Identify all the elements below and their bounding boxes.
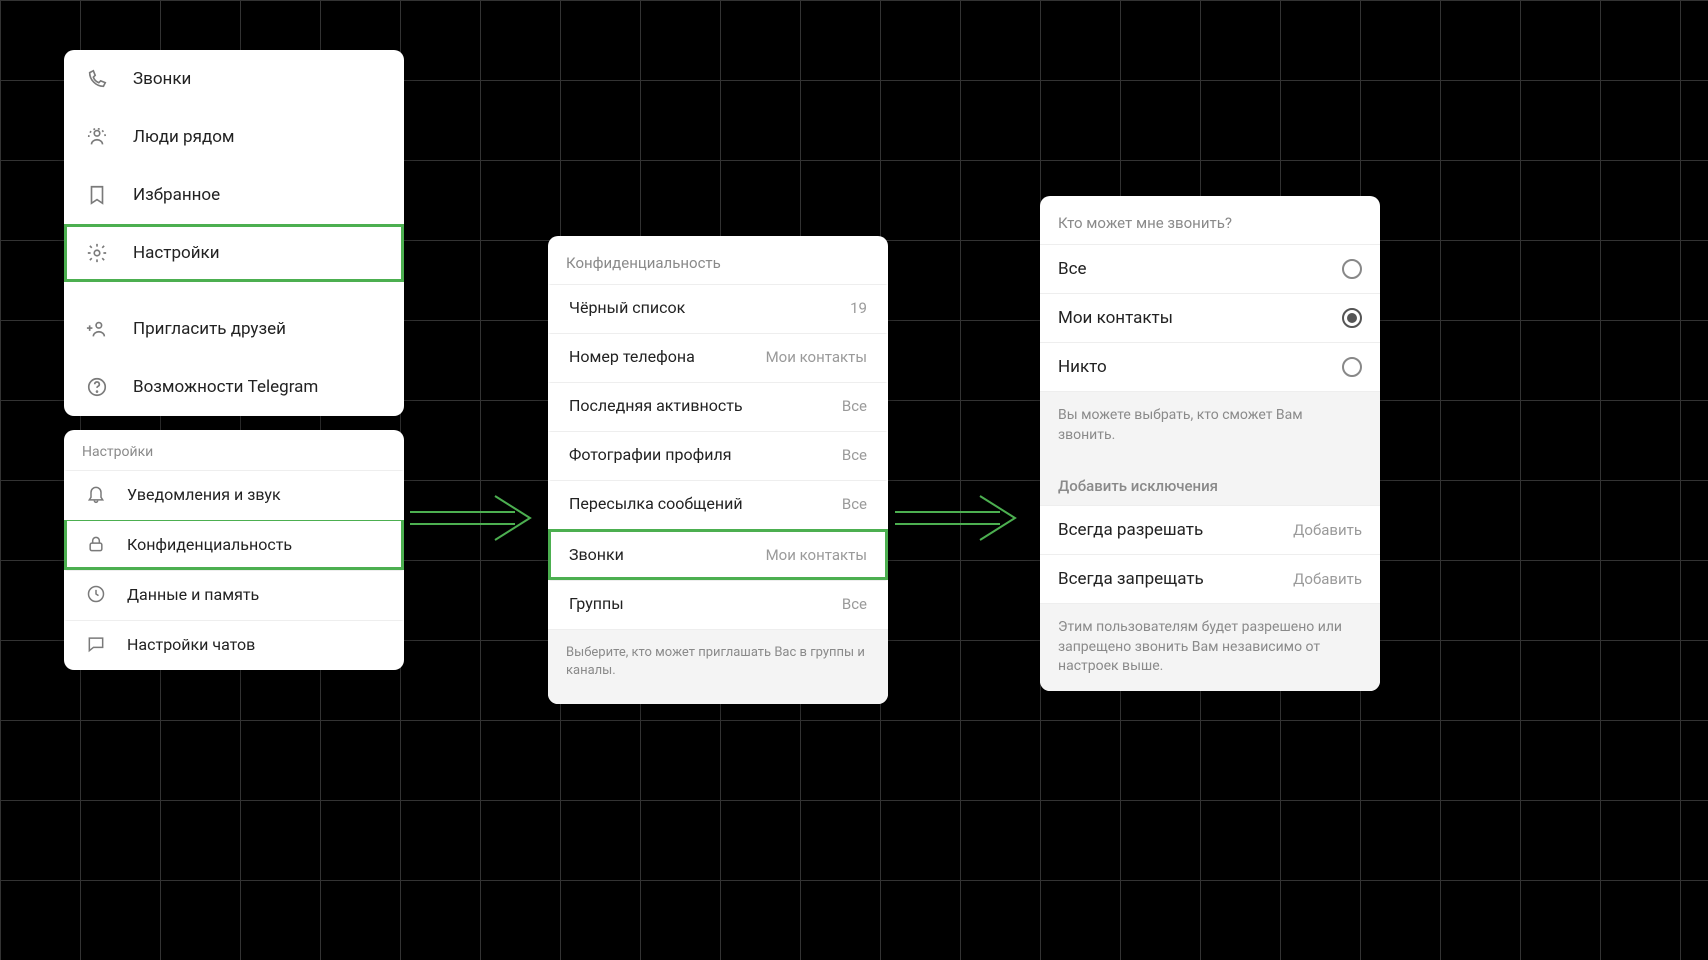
privacy-footer-note: Выберите, кто может приглашать Вас в гру… <box>548 629 888 704</box>
menu-item-saved[interactable]: Избранное <box>64 166 404 224</box>
menu-item-settings[interactable]: Настройки <box>64 224 404 282</box>
help-icon <box>85 375 109 399</box>
menu-item-label: Возможности Telegram <box>133 377 318 397</box>
privacy-item-label: Последняя активность <box>569 396 743 415</box>
exception-deny[interactable]: Всегда запрещать Добавить <box>1040 554 1380 603</box>
chat-icon <box>85 633 107 655</box>
menu-item-people-nearby[interactable]: Люди рядом <box>64 108 404 166</box>
menu-item-label: Звонки <box>133 69 191 89</box>
exception-action: Добавить <box>1293 521 1362 539</box>
privacy-item-groups[interactable]: Группы Все <box>548 580 888 629</box>
lock-icon <box>85 533 107 555</box>
menu-item-label: Избранное <box>133 185 220 205</box>
phone-icon <box>85 67 109 91</box>
exceptions-header: Добавить исключения <box>1040 459 1380 505</box>
bookmark-icon <box>85 183 109 207</box>
settings-item-label: Уведомления и звук <box>127 485 281 504</box>
privacy-header: Конфиденциальность <box>548 236 888 284</box>
settings-item-chats[interactable]: Настройки чатов <box>64 620 404 670</box>
menu-item-label: Пригласить друзей <box>133 319 286 339</box>
exception-label: Всегда запрещать <box>1058 569 1204 589</box>
gear-icon <box>85 241 109 265</box>
settings-card: Настройки Уведомления и звук Конфиденциа… <box>64 430 404 670</box>
privacy-item-calls[interactable]: Звонки Мои контакты <box>548 529 888 580</box>
menu-item-invite[interactable]: Пригласить друзей <box>64 300 404 358</box>
privacy-item-label: Группы <box>569 594 624 613</box>
privacy-item-value: Мои контакты <box>766 348 867 366</box>
settings-header: Настройки <box>64 430 404 470</box>
radio-icon <box>1342 259 1362 279</box>
settings-item-privacy[interactable]: Конфиденциальность <box>64 520 404 570</box>
privacy-item-label: Номер телефона <box>569 347 695 366</box>
menu-item-label: Настройки <box>133 243 220 263</box>
exception-label: Всегда разрешать <box>1058 520 1203 540</box>
bell-icon <box>85 483 107 505</box>
privacy-item-value: 19 <box>850 299 867 317</box>
privacy-item-phone[interactable]: Номер телефона Мои контакты <box>548 333 888 382</box>
privacy-item-value: Мои контакты <box>766 546 867 564</box>
settings-item-data[interactable]: Данные и память <box>64 570 404 620</box>
exception-action: Добавить <box>1293 570 1362 588</box>
settings-item-notifications[interactable]: Уведомления и звук <box>64 470 404 520</box>
settings-item-label: Конфиденциальность <box>127 535 292 554</box>
arrow-icon <box>895 490 1025 550</box>
privacy-item-value: Все <box>842 397 867 415</box>
radio-icon <box>1342 357 1362 377</box>
menu-item-features[interactable]: Возможности Telegram <box>64 358 404 416</box>
privacy-item-label: Звонки <box>569 545 624 564</box>
menu-item-label: Люди рядом <box>133 127 235 147</box>
calls-note: Вы можете выбрать, кто сможет Вам звонит… <box>1040 391 1380 459</box>
privacy-item-photos[interactable]: Фотографии профиля Все <box>548 431 888 480</box>
settings-item-label: Данные и память <box>127 585 259 604</box>
privacy-item-value: Все <box>842 446 867 464</box>
calls-option-contacts[interactable]: Мои контакты <box>1040 293 1380 342</box>
privacy-item-lastseen[interactable]: Последняя активность Все <box>548 382 888 431</box>
arrow-icon <box>410 490 540 550</box>
calls-option-nobody[interactable]: Никто <box>1040 342 1380 391</box>
invite-icon <box>85 317 109 341</box>
radio-label: Мои контакты <box>1058 308 1173 328</box>
main-menu-card: Звонки Люди рядом Избранное Настройки Пр… <box>64 50 404 416</box>
privacy-item-value: Все <box>842 495 867 513</box>
privacy-card: Конфиденциальность Чёрный список 19 Номе… <box>548 236 888 704</box>
exception-allow[interactable]: Всегда разрешать Добавить <box>1040 505 1380 554</box>
radio-label: Все <box>1058 259 1087 279</box>
privacy-item-label: Фотографии профиля <box>569 445 731 464</box>
radio-icon <box>1342 308 1362 328</box>
calls-option-all[interactable]: Все <box>1040 244 1380 293</box>
exceptions-note: Этим пользователям будет разрешено или з… <box>1040 603 1380 691</box>
radio-label: Никто <box>1058 357 1107 377</box>
privacy-item-forward[interactable]: Пересылка сообщений Все <box>548 480 888 529</box>
clock-icon <box>85 583 107 605</box>
calls-card: Кто может мне звонить? Все Мои контакты … <box>1040 196 1380 691</box>
privacy-item-label: Чёрный список <box>569 298 685 317</box>
settings-item-label: Настройки чатов <box>127 635 255 654</box>
calls-header: Кто может мне звонить? <box>1040 196 1380 244</box>
privacy-item-value: Все <box>842 595 867 613</box>
privacy-item-label: Пересылка сообщений <box>569 494 743 513</box>
privacy-item-blacklist[interactable]: Чёрный список 19 <box>548 284 888 333</box>
menu-item-calls[interactable]: Звонки <box>64 50 404 108</box>
people-nearby-icon <box>85 125 109 149</box>
